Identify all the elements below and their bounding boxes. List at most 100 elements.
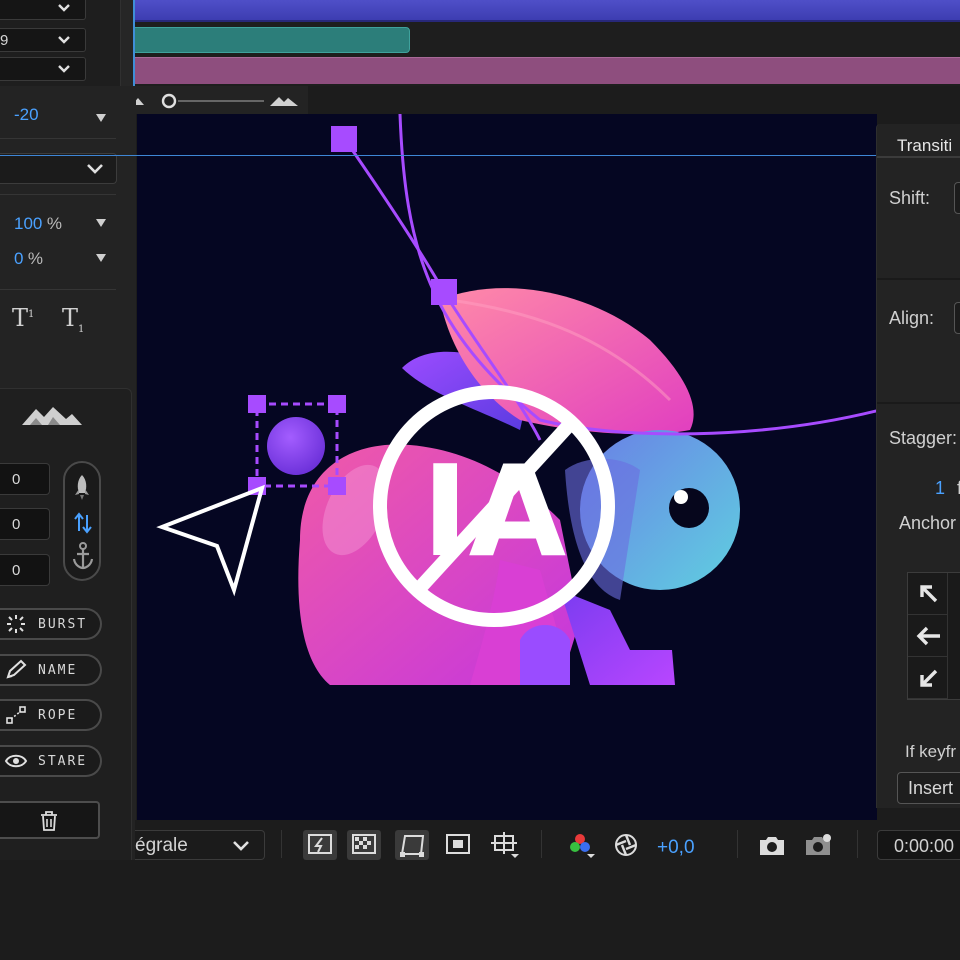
scale-value[interactable]: 100	[14, 214, 42, 233]
stare-label: STARE	[38, 754, 88, 769]
divider	[0, 138, 116, 139]
layer-bar-blue[interactable]	[134, 0, 960, 22]
viewer-toolbar: égrale +0,0 0:00:00	[135, 820, 960, 860]
subscript-label: T	[62, 304, 79, 332]
swap-vertical-icon[interactable]	[73, 511, 93, 535]
mask-visibility-button[interactable]	[395, 830, 429, 860]
offset-value[interactable]: 0	[14, 249, 23, 268]
divider	[857, 830, 858, 858]
layer-bar-teal[interactable]	[134, 27, 410, 53]
timeline-row-2[interactable]: 9	[0, 28, 86, 52]
offset-row[interactable]: 0 %	[14, 249, 43, 269]
superscript-button[interactable]: T1	[12, 304, 34, 332]
show-snapshot-button[interactable]	[801, 830, 835, 860]
region-of-interest-button[interactable]	[441, 830, 475, 860]
keyframe-label: If keyfr	[905, 742, 957, 761]
divider	[281, 830, 282, 858]
channels-button[interactable]	[563, 830, 597, 860]
trash-icon	[41, 811, 57, 831]
align-input[interactable]	[954, 302, 960, 334]
chevron-down-icon[interactable]	[57, 1, 71, 15]
name-button[interactable]: NAME	[0, 654, 102, 686]
anchor-bottom-left[interactable]	[908, 657, 948, 699]
camera-icon	[760, 837, 784, 855]
eye-icon	[4, 754, 28, 768]
anchor-label: Anchor	[899, 513, 957, 533]
tracking-dropdown-icon[interactable]	[96, 114, 106, 122]
delete-button[interactable]	[0, 801, 100, 839]
burst-icon	[7, 615, 25, 633]
pencil-icon	[6, 659, 27, 679]
style-select[interactable]	[0, 153, 117, 184]
divider	[541, 830, 542, 858]
chevron-down-icon	[87, 164, 103, 174]
subscript-button[interactable]: T1	[62, 304, 84, 335]
timeline-row-2-value: 9	[0, 32, 9, 49]
rgb-channels-icon	[570, 834, 595, 858]
shift-input[interactable]	[954, 182, 960, 214]
divider	[737, 830, 738, 858]
scale-dropdown-icon[interactable]	[96, 219, 106, 227]
exposure-reset-button[interactable]	[609, 830, 643, 860]
plugin-field-3[interactable]: 0	[0, 554, 50, 586]
anchor-top-left[interactable]	[908, 573, 948, 615]
grid-guides-icon	[491, 832, 519, 858]
panel-title: Transiti	[897, 136, 953, 155]
exposure-value[interactable]: +0,0	[657, 837, 695, 859]
arrow-up-left-icon	[920, 585, 938, 603]
zoom-control[interactable]	[128, 86, 308, 114]
fast-preview-icon	[308, 834, 332, 854]
transparency-grid-button[interactable]	[347, 830, 381, 860]
composition-viewer[interactable]	[137, 114, 877, 820]
rope-label: ROPE	[38, 708, 78, 723]
chevron-down-icon[interactable]	[57, 33, 71, 47]
scale-unit: %	[46, 214, 62, 233]
plugin-field-2[interactable]: 0	[0, 508, 50, 540]
zoom-slider-handle[interactable]	[161, 93, 177, 109]
transition-panel: Transiti Shift: Align: Stagger: 1 f Anch…	[876, 124, 960, 808]
resolution-value: égrale	[135, 835, 188, 856]
rocket-icon[interactable]	[71, 473, 93, 501]
arrow-left-icon	[916, 626, 940, 646]
superscript-label: T	[12, 304, 29, 332]
empty-panel-area	[0, 860, 960, 960]
timeline-zoom-strip	[128, 86, 960, 114]
insert-button[interactable]: Insert	[897, 772, 960, 804]
anchor-left[interactable]	[908, 615, 948, 657]
character-panel: -20 100 % 0 % T1 T1 0 0 0 BURST NAME ROP…	[0, 86, 136, 944]
mountains-icon	[22, 407, 82, 425]
plugin-field-1[interactable]: 0	[0, 463, 50, 495]
current-time-display[interactable]: 0:00:00	[877, 830, 960, 860]
stare-button[interactable]: STARE	[0, 745, 102, 777]
playhead[interactable]	[133, 0, 135, 86]
anchor-grid	[907, 572, 960, 700]
timeline-panel: 9	[0, 0, 960, 86]
grid-guides-button[interactable]	[487, 830, 521, 860]
mask-path-icon	[400, 835, 425, 857]
tracking-value[interactable]: -20	[14, 105, 39, 125]
show-snapshot-icon	[806, 834, 831, 855]
snapshot-button[interactable]	[755, 830, 789, 860]
chevron-down-icon	[233, 841, 249, 851]
layer-bar-pink[interactable]	[134, 57, 960, 84]
timeline-row-1[interactable]	[0, 0, 86, 20]
zoom-in-icon[interactable]	[270, 97, 298, 106]
chevron-down-icon[interactable]	[57, 62, 71, 76]
stagger-value[interactable]: 1	[935, 478, 945, 499]
burst-button[interactable]: BURST	[0, 608, 102, 640]
fast-preview-button[interactable]	[303, 830, 337, 860]
arrow-down-left-icon	[920, 669, 938, 687]
aperture-icon	[615, 834, 637, 856]
tool-pill	[63, 461, 101, 581]
horizontal-guide[interactable]	[0, 155, 960, 156]
timeline-row-3[interactable]	[0, 57, 86, 81]
rope-icon	[6, 706, 26, 724]
title-underline	[877, 156, 960, 158]
resolution-select[interactable]: égrale	[135, 830, 265, 860]
anchor-icon[interactable]	[71, 541, 95, 571]
rope-button[interactable]: ROPE	[0, 699, 102, 731]
timeline-divider[interactable]	[120, 0, 134, 86]
align-label: Align:	[889, 308, 935, 328]
offset-dropdown-icon[interactable]	[96, 254, 106, 262]
scale-row[interactable]: 100 %	[14, 214, 62, 234]
